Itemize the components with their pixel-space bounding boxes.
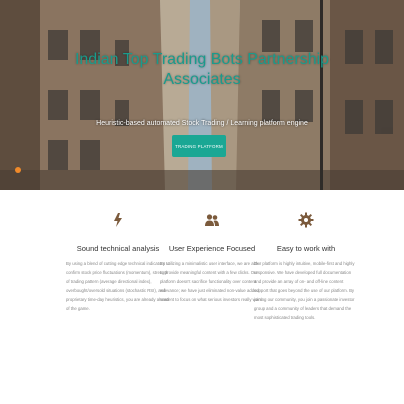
feature-title: Easy to work with	[276, 244, 336, 253]
feature-user-experience: User Experience Focused By utilizing a m…	[160, 212, 264, 304]
feature-title: User Experience Focused	[168, 244, 256, 253]
hero-banner: Indian Top Trading Bots Partnership Asso…	[0, 0, 404, 190]
feature-technical-analysis: Sound technical analysis By using a blen…	[66, 212, 170, 313]
gear-icon	[298, 212, 314, 228]
features-section: Sound technical analysis By using a blen…	[0, 190, 404, 404]
feature-title: Sound technical analysis	[76, 244, 160, 253]
hero-title: Indian Top Trading Bots Partnership Asso…	[74, 51, 330, 88]
feature-text: By utilizing a minimalistic user interfa…	[160, 261, 263, 302]
feature-easy-to-work: Easy to work with Our platform is highly…	[254, 212, 358, 322]
users-icon	[205, 214, 219, 226]
feature-text: Our platform is highly intuitive, mobile…	[254, 261, 355, 320]
hero-content: Indian Top Trading Bots Partnership Asso…	[0, 0, 404, 190]
feature-text: By using a blend of cutting edge technic…	[66, 261, 170, 311]
trading-platform-button[interactable]: TRADING PLATFORM	[172, 135, 226, 157]
hero-subtitle: Heuristic-based automated Stock Trading …	[96, 120, 308, 127]
bolt-icon	[114, 213, 122, 227]
